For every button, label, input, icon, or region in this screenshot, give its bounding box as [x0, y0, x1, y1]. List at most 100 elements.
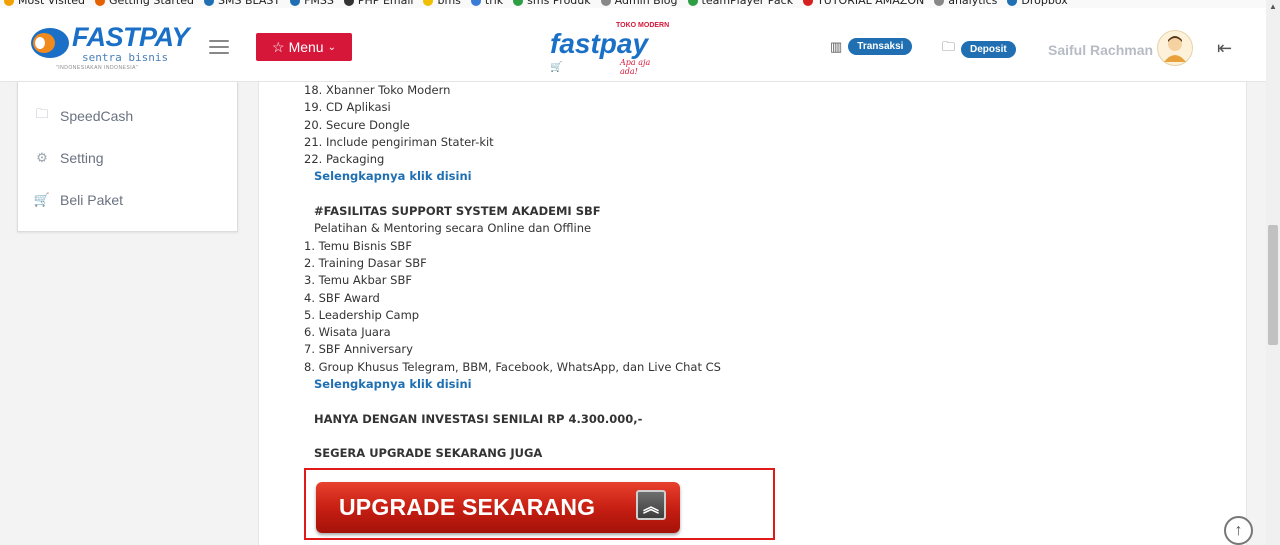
- list-item: 21. Include pengiriman Stater-kit: [304, 134, 494, 149]
- sidebar-item-label: Beli Paket: [60, 192, 124, 208]
- bookmark-label: sms Produk: [527, 0, 591, 7]
- chart-icon: ▥: [830, 38, 843, 54]
- center-logo-slogan: Apa aja ada!: [620, 58, 651, 76]
- sidebar-item-label: Setting: [60, 150, 104, 166]
- bookmark-label: analytics: [948, 0, 998, 7]
- bookmark-label: PHP Email: [357, 0, 414, 7]
- bookmark-favicon-icon: [934, 0, 945, 6]
- logout-icon[interactable]: ⇤: [1217, 38, 1232, 59]
- deposit-button[interactable]: Deposit: [961, 40, 1016, 58]
- center-logo-word: fastpay: [550, 28, 649, 59]
- logo-swirl-icon: [31, 28, 69, 58]
- bookmark-favicon-icon: [1007, 0, 1018, 6]
- list-item: 1. Temu Bisnis SBF: [304, 238, 412, 253]
- scroll-up-arrow-icon[interactable]: ▲: [1269, 2, 1277, 11]
- bookmark-favicon-icon: [470, 0, 481, 6]
- toko-modern-logo[interactable]: TOKO MODERN fastpay 🛒 Apa aja ada!: [550, 22, 670, 76]
- chevron-down-icon: ⌄: [327, 41, 336, 53]
- list-item: 7. SBF Anniversary: [304, 342, 413, 357]
- double-chevron-up-icon: ︽: [636, 490, 666, 520]
- deposit-nav[interactable]: 🗀 Deposit: [942, 38, 1016, 60]
- section-intro: Pelatihan & Mentoring secara Online dan …: [314, 221, 592, 236]
- bookmark-item[interactable]: Dropbox: [1007, 0, 1068, 7]
- bookmark-item[interactable]: Getting Started: [94, 0, 194, 7]
- user-avatar-icon: [1164, 36, 1186, 62]
- investment-text: HANYA DENGAN INVESTASI SENILAI RP 4.300.…: [314, 411, 643, 426]
- bookmark-item[interactable]: trik: [470, 0, 504, 7]
- scrollbar[interactable]: ▲: [1266, 0, 1280, 545]
- bookmark-item[interactable]: sms Produk: [513, 0, 591, 7]
- list-item: 19. CD Aplikasi: [304, 100, 391, 115]
- bookmark-favicon-icon: [290, 0, 301, 6]
- bookmark-label: Getting Started: [108, 0, 194, 7]
- upgrade-callout: SEGERA UPGRADE SEKARANG JUGA: [314, 446, 543, 461]
- list-item: 6. Wisata Juara: [304, 325, 391, 340]
- bookmark-favicon-icon: [513, 0, 524, 6]
- fastpay-logo[interactable]: FASTPAY sentra bisnis "INDONESIAKAN INDO…: [30, 22, 200, 71]
- list-item: 20. Secure Dongle: [304, 117, 410, 132]
- bookmark-item[interactable]: TUTORIAL AMAZON: [803, 0, 924, 7]
- bookmark-item[interactable]: Admin Blog: [600, 0, 678, 7]
- cart-icon: 🛒: [550, 62, 563, 73]
- list-item: 8. Group Khusus Telegram, BBM, Facebook,…: [304, 359, 721, 374]
- bookmarks-bar: Most Visited Getting Started SMS BLAST FMSS…: [0, 0, 1280, 8]
- bookmark-item[interactable]: analytics: [934, 0, 997, 7]
- bookmark-label: Admin Blog: [614, 0, 678, 7]
- bookmark-label: teamPlayer Pack: [701, 0, 794, 7]
- gear-icon: ⚙: [36, 150, 48, 165]
- bookmark-label: bms: [437, 0, 461, 7]
- bookmark-label: trik: [484, 0, 504, 7]
- avatar[interactable]: [1157, 30, 1193, 66]
- section-heading: #FASILITAS SUPPORT SYSTEM AKADEMI SBF: [314, 204, 601, 219]
- list-item: 4. SBF Award: [304, 290, 380, 305]
- scroll-to-top-button[interactable]: ↑: [1224, 516, 1253, 545]
- bookmark-favicon-icon: [343, 0, 354, 6]
- main-content: 18. Xbanner Toko Modern 19. CD Aplikasi …: [258, 82, 1247, 545]
- bookmark-favicon-icon: [600, 0, 611, 6]
- list-item: 22. Packaging: [304, 152, 385, 167]
- bookmark-favicon-icon: [94, 0, 105, 6]
- sidebar-item-setting[interactable]: ⚙ Setting: [34, 150, 104, 166]
- scrollbar-thumb[interactable]: [1268, 225, 1278, 345]
- transaksi-button[interactable]: Transaksi: [848, 38, 913, 55]
- list-item: 5. Leadership Camp: [304, 307, 420, 322]
- sidebar-item-beli-paket[interactable]: 🛒 Beli Paket: [34, 192, 123, 208]
- bookmark-label: SMS BLAST: [218, 0, 281, 7]
- sidebar-item-speedcash[interactable]: 🗀 SpeedCash: [34, 106, 134, 124]
- bookmark-item[interactable]: Most Visited: [4, 0, 85, 7]
- bookmark-label: FMSS: [304, 0, 334, 7]
- list-item: 3. Temu Akbar SBF: [304, 273, 412, 288]
- bookmark-item[interactable]: FMSS: [290, 0, 334, 7]
- user-name[interactable]: Saiful Rachman: [1048, 42, 1153, 58]
- bookmark-label: TUTORIAL AMAZON: [817, 0, 925, 7]
- upgrade-button-label: UPGRADE SEKARANG: [339, 494, 596, 520]
- bookmark-item[interactable]: bms: [423, 0, 461, 7]
- bookmarks-row: Most Visited Getting Started SMS BLAST FMSS…: [4, 0, 1068, 7]
- logo-word: FASTPAY: [72, 22, 190, 52]
- logo-subtitle: sentra bisnis: [82, 51, 169, 64]
- bookmark-item[interactable]: PHP Email: [343, 0, 414, 7]
- logo-tagline: "INDONESIAKAN INDONESIA": [56, 65, 139, 71]
- transaksi-nav[interactable]: ▥ Transaksi: [830, 38, 913, 55]
- read-more-link[interactable]: Selengkapnya klik disini: [304, 376, 721, 393]
- bookmark-item[interactable]: SMS BLAST: [204, 0, 280, 7]
- list-item: 18. Xbanner Toko Modern: [304, 83, 451, 97]
- star-icon: ☆: [272, 38, 285, 55]
- bookmark-favicon-icon: [803, 0, 814, 6]
- bookmark-favicon-icon: [4, 0, 14, 6]
- bookmark-label: Most Visited: [18, 0, 85, 7]
- menu-button[interactable]: ☆ Menu ⌄: [256, 33, 352, 61]
- menu-button-label: Menu: [288, 39, 324, 55]
- hamburger-menu-icon[interactable]: [209, 40, 229, 54]
- upgrade-button[interactable]: UPGRADE SEKARANG ︽: [316, 482, 680, 533]
- read-more-link[interactable]: Selengkapnya klik disini: [304, 168, 721, 185]
- bookmark-item[interactable]: teamPlayer Pack: [687, 0, 794, 7]
- bookmark-favicon-icon: [204, 0, 214, 6]
- bookmark-favicon-icon: [423, 0, 434, 6]
- package-description: 18. Xbanner Toko Modern 19. CD Aplikasi …: [304, 82, 721, 463]
- folder-icon: 🗀: [942, 39, 956, 54]
- sidebar-item-label: SpeedCash: [60, 108, 134, 124]
- bookmark-label: Dropbox: [1021, 0, 1068, 7]
- top-header: FASTPAY sentra bisnis "INDONESIAKAN INDO…: [0, 8, 1266, 82]
- bookmark-favicon-icon: [687, 0, 698, 6]
